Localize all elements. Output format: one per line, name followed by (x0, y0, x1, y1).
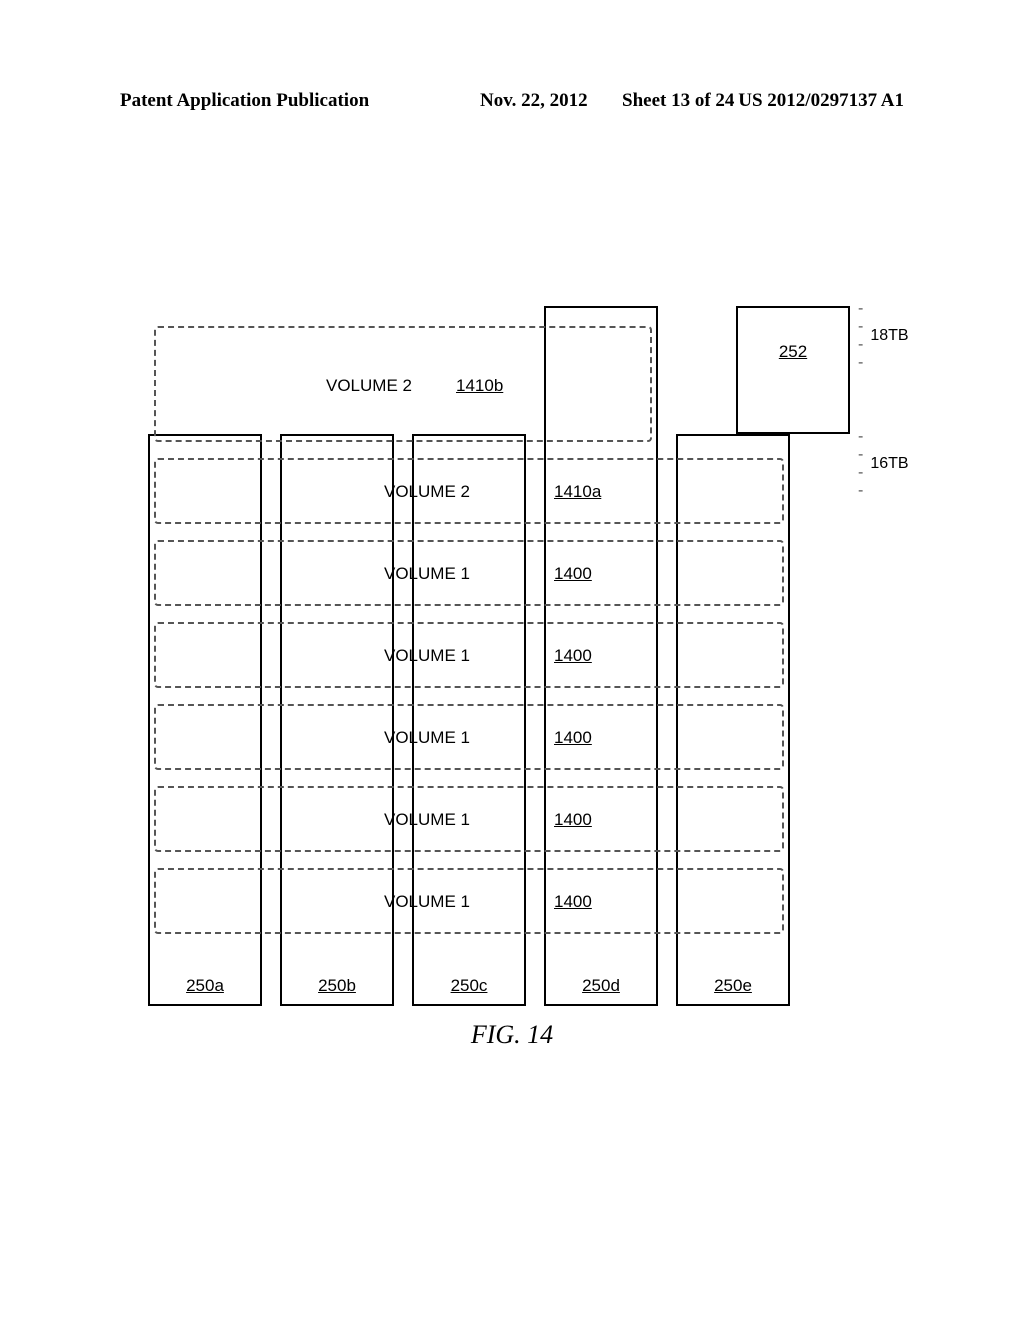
extra-252-label: 252 (738, 342, 848, 362)
sheet-num: Sheet 13 of 24 (622, 90, 734, 112)
page-header: Patent Application Publication Nov. 22, … (120, 90, 904, 112)
volume-name: VOLUME 1 (384, 810, 470, 830)
volume-row-1400: VOLUME 1 1400 (154, 786, 784, 852)
volume-ref: 1400 (554, 810, 592, 830)
volume-ref: 1400 (554, 646, 592, 666)
volume-name: VOLUME 1 (384, 892, 470, 912)
pub-type: Patent Application Publication (120, 90, 369, 112)
marker-label: 16TB (870, 455, 908, 473)
marker-16tb: - - - - 16TB (858, 428, 909, 500)
volume-ref: 1400 (554, 564, 592, 584)
volume-row-1400: VOLUME 1 1400 (154, 704, 784, 770)
figure-stage: 250a 250b 250c 250d 250e 252 - - - - 18T… (148, 286, 878, 1006)
page: Patent Application Publication Nov. 22, … (0, 0, 1024, 1320)
pub-date: Nov. 22, 2012 (480, 90, 588, 112)
volume-ref: 1410a (554, 482, 601, 502)
volume-name: VOLUME 2 (326, 376, 412, 396)
figure-caption: FIG. 14 (0, 1020, 1024, 1050)
dash-icon: - - - - (858, 428, 864, 500)
volume-ref: 1400 (554, 728, 592, 748)
extra-252-box: 252 (736, 306, 850, 434)
drive-label: 250c (414, 976, 524, 996)
volume-name: VOLUME 2 (384, 482, 470, 502)
volume-name: VOLUME 1 (384, 728, 470, 748)
volume-row-1400: VOLUME 1 1400 (154, 868, 784, 934)
volume-ref: 1400 (554, 892, 592, 912)
marker-18tb: - - - - 18TB (858, 300, 909, 372)
volume-row-1410a: VOLUME 2 1410a (154, 458, 784, 524)
pub-number: US 2012/0297137 A1 (738, 90, 904, 112)
volume-name: VOLUME 1 (384, 646, 470, 666)
drive-label: 250d (546, 976, 656, 996)
volume-row-1400: VOLUME 1 1400 (154, 540, 784, 606)
volume-row-1410b: VOLUME 2 1410b (154, 326, 652, 442)
volume-name: VOLUME 1 (384, 564, 470, 584)
volume-ref: 1410b (456, 376, 503, 396)
drive-label: 250a (150, 976, 260, 996)
volume-row-1400: VOLUME 1 1400 (154, 622, 784, 688)
marker-label: 18TB (870, 327, 908, 345)
drive-label: 250e (678, 976, 788, 996)
drive-label: 250b (282, 976, 392, 996)
dash-icon: - - - - (858, 300, 864, 372)
